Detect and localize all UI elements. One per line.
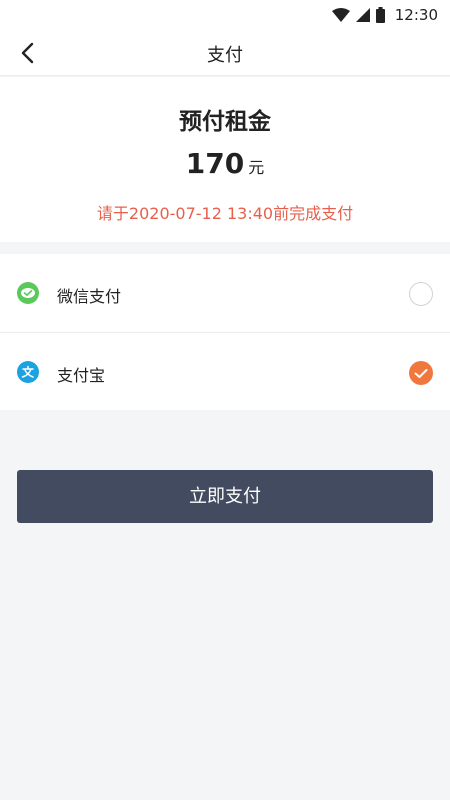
status-bar: 12:30	[0, 0, 450, 30]
payment-deadline: 请于2020-07-12 13:40前完成支付	[96, 204, 354, 223]
battery-icon	[375, 7, 385, 23]
alipay-radio[interactable]	[409, 361, 433, 385]
method-label: 支付宝	[57, 366, 106, 385]
wechat-radio[interactable]	[409, 282, 433, 306]
amount-row: 170 元	[0, 147, 450, 180]
payment-method-wechat[interactable]: 微信支付	[0, 254, 450, 332]
payment-methods: 微信支付 支付宝	[0, 254, 450, 410]
payment-method-alipay[interactable]: 支付宝	[0, 332, 450, 410]
nav-bar: 支付	[0, 30, 450, 76]
summary-title: 预付租金	[179, 109, 271, 135]
amount-unit: 元	[248, 158, 265, 177]
wifi-icon	[331, 8, 350, 22]
check-icon	[414, 368, 428, 378]
method-label: 微信支付	[57, 287, 122, 306]
wechat-pay-icon	[17, 282, 39, 304]
amount-value: 170	[185, 147, 245, 180]
signal-icon	[355, 8, 370, 22]
alipay-icon	[17, 361, 39, 383]
pay-now-button[interactable]: 立即支付	[17, 470, 433, 523]
page-title: 支付	[207, 45, 243, 66]
payment-summary: 预付租金 170 元 请于2020-07-12 13:40前完成支付	[0, 77, 450, 242]
status-icons: 12:30	[331, 5, 438, 25]
status-time: 12:30	[394, 6, 438, 24]
